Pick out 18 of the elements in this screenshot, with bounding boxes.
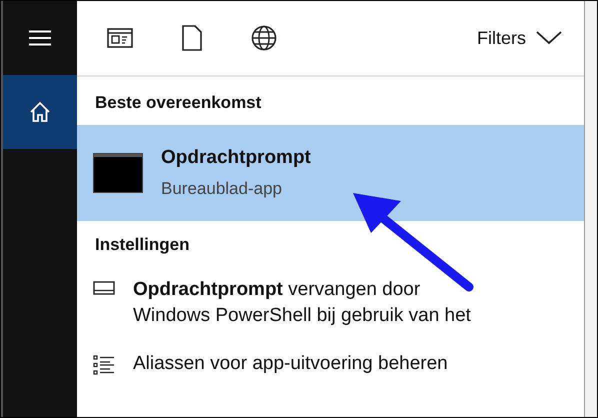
settings-result[interactable]: Opdrachtprompt vervangen door Windows PowerShell bij gebruik van het	[77, 267, 584, 341]
menu-icon	[28, 30, 52, 46]
settings-result[interactable]: Aliassen voor app-uitvoering beheren	[77, 341, 584, 389]
globe-icon	[251, 25, 277, 51]
chevron-down-icon	[536, 31, 562, 45]
window-icon	[107, 27, 133, 49]
result-title: Opdrachtprompt	[161, 147, 311, 169]
filters-dropdown[interactable]: Filters	[471, 26, 568, 50]
document-icon	[182, 25, 202, 51]
home-button[interactable]	[3, 75, 77, 149]
list-icon	[93, 355, 115, 375]
section-heading: Beste overeenkomst	[94, 92, 262, 114]
display-icon	[93, 281, 115, 295]
result-subtitle: Bureaublad-app	[161, 179, 283, 199]
search-result[interactable]: Opdrachtprompt Bureaublad-app	[77, 125, 584, 221]
section-heading: Instellingen	[94, 234, 190, 256]
home-icon	[29, 101, 51, 123]
terminal-icon	[93, 153, 143, 193]
